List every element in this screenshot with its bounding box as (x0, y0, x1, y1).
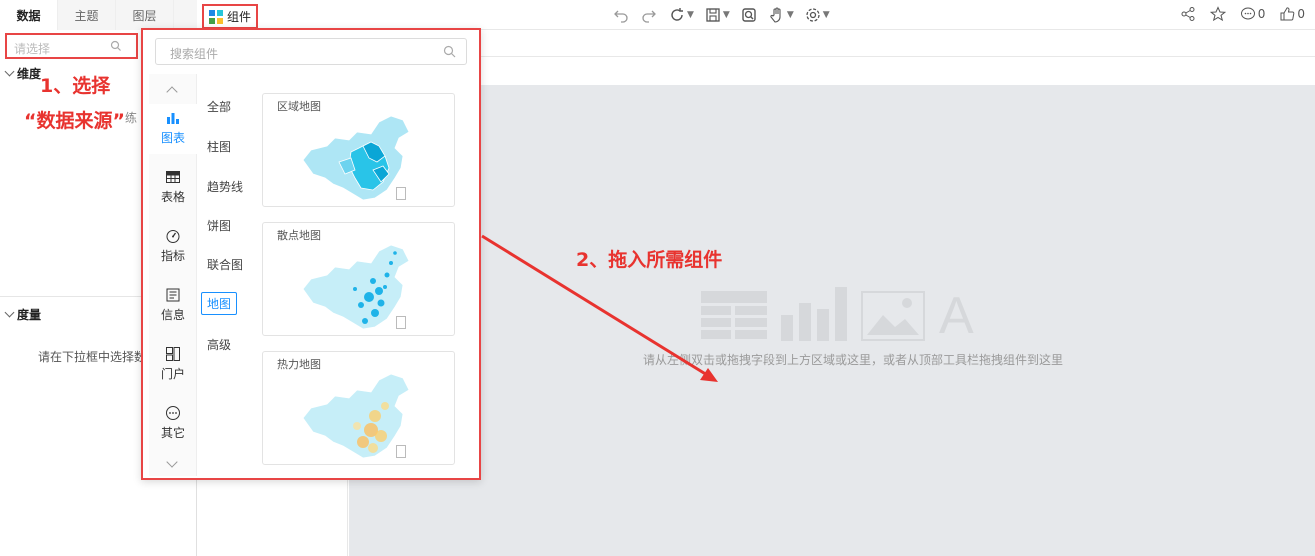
table-icon (166, 171, 180, 183)
likes-count: 0 (1297, 7, 1305, 21)
components-button[interactable]: 组件 (202, 4, 258, 29)
document-icon (396, 187, 406, 200)
document-icon (396, 445, 406, 458)
like-button[interactable]: 0 (1279, 6, 1305, 22)
canvas-empty-hint: 请从左侧双击或拖拽字段到上方区域或这里，或者从顶部工具栏拖拽组件到这里 (643, 353, 1064, 367)
component-card-region-map[interactable]: 区域地图 (262, 93, 455, 207)
save-menu[interactable]: ▼ (704, 6, 730, 24)
component-type-nav: 图表 表格 指标 信息 门户 其它 (149, 74, 197, 476)
tab-theme[interactable]: 主题 (58, 0, 116, 30)
search-icon (443, 45, 456, 58)
annotation-step1-line2: “数据来源” (24, 110, 125, 132)
comment-icon (1240, 7, 1255, 20)
nav-item-label: 指标 (160, 249, 185, 263)
top-toolbar: 数据 主题 图层 组件 ▼ ▼ ▼ ▼ 0 0 (0, 0, 1315, 30)
category-advanced[interactable]: 高级 (207, 336, 231, 353)
gear-icon (806, 8, 820, 22)
nav-item-charts[interactable]: 图表 (149, 104, 197, 154)
nav-item-label: 图表 (160, 131, 185, 145)
chevron-down-icon: ▼ (786, 10, 794, 20)
nav-item-other[interactable]: 其它 (149, 399, 197, 449)
chevron-up-icon[interactable] (166, 86, 178, 98)
comments-button[interactable]: 0 (1240, 6, 1266, 22)
info-icon (166, 288, 180, 302)
redo-icon[interactable] (640, 6, 658, 24)
category-bar[interactable]: 柱图 (207, 138, 231, 155)
category-all[interactable]: 全部 (207, 98, 231, 115)
comments-count: 0 (1257, 7, 1266, 21)
gauge-icon (166, 230, 180, 243)
chevron-down-icon: ▼ (687, 10, 694, 20)
components-grid-icon (209, 9, 223, 24)
nav-item-portal[interactable]: 门户 (149, 340, 197, 390)
table-placeholder-icon (701, 291, 767, 339)
chevron-down-icon: ▼ (822, 10, 830, 20)
chevron-down-icon (4, 66, 15, 77)
bar-placeholder-icon (781, 287, 847, 341)
tab-layers[interactable]: 图层 (116, 0, 174, 30)
thumbs-up-icon (1280, 7, 1295, 21)
preview-icon[interactable] (740, 6, 758, 24)
app-root: 数据 主题 图层 组件 ▼ ▼ ▼ ▼ 0 0 请选择 维度 1、选择 “数据来… (0, 0, 1315, 556)
measure-hint: 请在下拉框中选择数 (38, 350, 147, 364)
refresh-menu[interactable]: ▼ (668, 6, 694, 24)
tab-data[interactable]: 数据 (0, 0, 58, 30)
annotation-step2: 2、拖入所需组件 (576, 249, 723, 271)
search-icon (110, 40, 121, 51)
document-icon (396, 316, 406, 329)
text-placeholder-icon: A (939, 287, 974, 345)
share-icon[interactable] (1180, 6, 1196, 22)
category-map[interactable]: 地图 (201, 292, 238, 315)
undo-icon[interactable] (612, 6, 630, 24)
settings-menu[interactable]: ▼ (804, 6, 830, 24)
dashboard-canvas[interactable]: A 请从左侧双击或拖拽字段到上方区域或这里，或者从顶部工具栏拖拽组件到这里 2、… (349, 85, 1315, 556)
chevron-down-icon[interactable] (166, 456, 178, 468)
bar-chart-icon (167, 113, 179, 124)
component-search-placeholder: 搜索组件 (170, 47, 219, 61)
dimension-title: 维度 (17, 67, 42, 81)
tab-bar-filler (174, 0, 197, 29)
datasource-placeholder: 请选择 (14, 42, 51, 56)
left-panel-tabs: 数据 主题 图层 (0, 0, 197, 30)
measure-section-header[interactable]: 度量 (4, 306, 42, 323)
dimension-section-header[interactable]: 维度 (4, 65, 42, 82)
empty-state-graphic: A (701, 285, 974, 345)
category-trend[interactable]: 趋势线 (207, 178, 243, 195)
portal-icon (166, 347, 180, 361)
datasource-select[interactable]: 请选择 (5, 33, 138, 59)
nav-item-info[interactable]: 信息 (149, 281, 197, 331)
pan-menu[interactable]: ▼ (768, 6, 794, 24)
save-icon (706, 8, 720, 22)
canvas-subbar (349, 30, 1315, 57)
editor-tools: ▼ ▼ ▼ ▼ (612, 6, 830, 24)
category-pie[interactable]: 饼图 (207, 217, 231, 234)
components-button-label: 组件 (227, 10, 252, 24)
truncated-text: 练 (125, 111, 138, 125)
image-placeholder-icon (861, 291, 925, 341)
category-combo[interactable]: 联合图 (207, 256, 243, 273)
nav-item-label: 信息 (160, 308, 185, 322)
nav-item-indicators[interactable]: 指标 (149, 222, 197, 272)
chevron-down-icon (4, 307, 15, 318)
chevron-down-icon: ▼ (722, 10, 730, 20)
component-card-scatter-map[interactable]: 散点地图 (262, 222, 455, 336)
nav-item-tables[interactable]: 表格 (149, 163, 197, 213)
star-icon[interactable] (1209, 6, 1226, 22)
refresh-icon (671, 8, 683, 21)
nav-item-label: 其它 (160, 426, 185, 440)
component-card-heat-map[interactable]: 热力地图 (262, 351, 455, 465)
nav-item-label: 表格 (160, 190, 185, 204)
more-icon (166, 406, 180, 420)
components-popup: 搜索组件 图表 表格 指标 信息 门户 其它 全部 柱图 趋势线 饼图 联合图 … (141, 28, 481, 480)
component-search-input[interactable]: 搜索组件 (155, 38, 467, 65)
annotation-step1-line1: 1、选择 (40, 75, 111, 97)
social-tools: 0 0 (1180, 6, 1305, 22)
nav-item-label: 门户 (160, 367, 185, 381)
measure-title: 度量 (17, 308, 42, 322)
hand-icon (770, 7, 781, 23)
